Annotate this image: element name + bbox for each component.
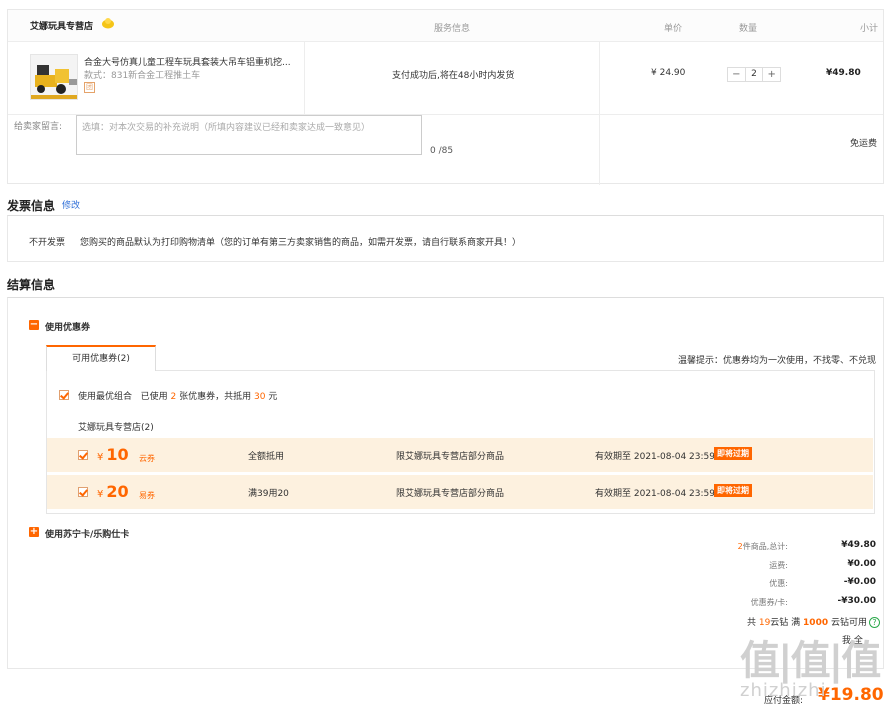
group-buy-tag: 团	[84, 82, 95, 93]
coupon-shop-group: 艾娜玩具专营店(2)	[78, 423, 154, 433]
coupon-tip: 温馨提示：优惠券均为一次使用，不找零、不兑现	[678, 356, 877, 366]
divider	[599, 115, 600, 185]
col-price-header: 单价	[664, 24, 683, 34]
coupon-amount: ¥20	[97, 482, 129, 501]
col-service-header: 服务信息	[434, 24, 471, 34]
coupon-row[interactable]: ¥10 云券 全额抵用 限艾娜玩具专营店部分商品 有效期至 2021-08-04…	[47, 438, 873, 472]
coupon-amount: ¥10	[97, 445, 129, 464]
use-card-toggle[interactable]: 使用苏宁卡/乐购仕卡	[45, 527, 129, 540]
use-coupon-toggle[interactable]: 使用优惠券	[45, 320, 90, 333]
coupon-checkbox[interactable]	[78, 487, 88, 497]
cloud-diamond-info: 共 19云钻 满 1000 云钻可用?	[747, 615, 880, 628]
coupon-card-label: 优惠券/卡:	[750, 598, 788, 607]
col-quantity-header: 数量	[739, 24, 758, 34]
invoice-edit-link[interactable]: 修改	[62, 198, 80, 211]
best-combo-label: 使用最优组合 已使用 2 张优惠券，共抵用 30 元	[78, 392, 278, 402]
coupon-validity: 有效期至 2021-08-04 23:59	[595, 452, 715, 462]
coupon-checkbox[interactable]	[78, 450, 88, 460]
items-total-label: 2件商品,总计:	[737, 542, 788, 551]
invoice-description: 您购买的商品默认为打印购物清单（您的订单有第三方卖家销售的商品，如需开发票，请自…	[80, 238, 522, 248]
seller-message-input[interactable]: 选填：对本次交易的补充说明（所填内容建议已经和卖家达成一致意见）	[76, 115, 422, 155]
invoice-type: 不开发票	[29, 238, 66, 248]
shop-badge-icon	[102, 18, 114, 29]
coupon-row[interactable]: ¥20 易券 满39用20 限艾娜玩具专营店部分商品 有效期至 2021-08-…	[47, 475, 873, 509]
collapse-coupon-icon[interactable]: −	[29, 320, 39, 330]
shop-name[interactable]: 艾娜玩具专营店	[30, 19, 93, 32]
product-title[interactable]: 合金大号仿真儿童工程车玩具套装大吊车铝重机挖...	[84, 55, 291, 68]
coupon-scope: 限艾娜玩具专营店部分商品	[396, 452, 505, 462]
order-box: 艾娜玩具专营店 服务信息 单价 数量 小计 合金大号仿真儿童工程车玩具套装大吊车…	[7, 9, 884, 185]
settlement-section-title: 结算信息	[7, 278, 56, 292]
quantity-decrease-button[interactable]: −	[728, 69, 745, 80]
divider	[304, 42, 305, 115]
coupon-scope: 限艾娜玩具专营店部分商品	[396, 489, 505, 499]
invoice-section-title: 发票信息	[7, 199, 56, 213]
service-info: 支付成功后,将在48小时内发货	[392, 71, 515, 81]
coupon-type: 云券	[139, 454, 155, 463]
coupon-condition: 全额抵用	[248, 452, 285, 462]
coupon-condition: 满39用20	[248, 489, 289, 499]
discount-value: -¥0.00	[843, 577, 876, 587]
coupon-card-value: -¥30.00	[837, 596, 876, 606]
quantity-increase-button[interactable]: +	[763, 69, 780, 80]
help-icon[interactable]: ?	[869, 617, 880, 628]
item-subtotal: ¥49.80	[826, 68, 861, 78]
coupon-validity: 有效期至 2021-08-04 23:59	[595, 489, 715, 499]
product-spec: 款式：831新合金工程推土车	[84, 71, 201, 81]
message-char-count: 0 /85	[430, 146, 454, 156]
shipping-label: 运费:	[769, 561, 788, 570]
best-combo-checkbox[interactable]	[59, 390, 69, 400]
toy-truck-icon	[31, 55, 77, 99]
shipping-fee: 免运费	[850, 139, 878, 149]
seller-message-label: 给卖家留言:	[14, 122, 63, 132]
watermark-text: zhizhizhi	[740, 680, 827, 701]
unit-price: ¥ 24.90	[651, 68, 686, 78]
tab-available-coupons[interactable]: 可用优惠券(2)	[46, 345, 156, 371]
discount-label: 优惠:	[769, 579, 788, 588]
pay-amount-value: ¥19.80	[818, 685, 884, 705]
quantity-stepper: − 2 +	[727, 67, 781, 82]
quantity-value[interactable]: 2	[744, 68, 764, 81]
expand-card-icon[interactable]: +	[29, 527, 39, 537]
coupon-type: 易券	[139, 491, 155, 500]
col-subtotal-header: 小计	[860, 24, 879, 34]
order-item-row: 合金大号仿真儿童工程车玩具套装大吊车铝重机挖... 款式：831新合金工程推土车…	[8, 42, 883, 115]
items-total-value: ¥49.80	[841, 540, 876, 550]
expiring-badge: 即将过期	[714, 484, 752, 497]
expiring-badge: 即将过期	[714, 447, 752, 460]
order-header: 艾娜玩具专营店 服务信息 单价 数量 小计	[8, 10, 883, 42]
watermark-logo: 值|值|值	[740, 638, 881, 684]
shipping-value: ¥0.00	[847, 559, 876, 569]
product-thumbnail[interactable]	[30, 54, 78, 100]
divider	[599, 42, 600, 115]
